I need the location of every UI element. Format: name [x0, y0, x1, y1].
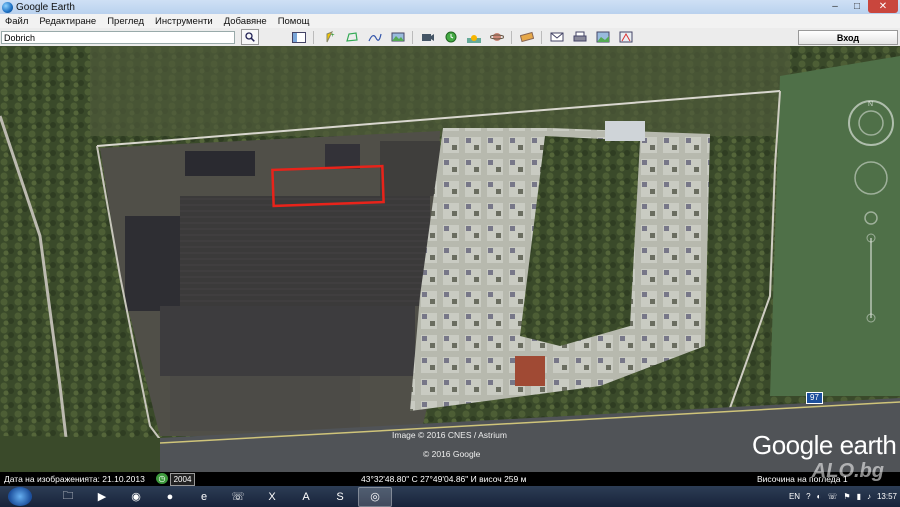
taskbar-media-player-icon[interactable]: ▶ — [86, 488, 118, 506]
toolbar-separator — [511, 30, 512, 44]
help-icon[interactable]: ? — [806, 492, 810, 501]
imagery-date: Дата на изображенията: 21.10.2013 — [4, 474, 145, 484]
taskbar-acrobat-icon[interactable]: A — [290, 488, 322, 506]
taskbar-firefox-icon[interactable]: ● — [154, 488, 186, 506]
imagery-copyright: Image © 2016 CNES / Astrium — [392, 430, 507, 440]
email-icon[interactable] — [549, 31, 564, 44]
watermark-logo: ALO.bg — [811, 460, 884, 482]
menu-bar: Файл Редактиране Преглед Инструменти Доб… — [0, 14, 900, 28]
toolbar-separator — [412, 30, 413, 44]
satellite-imagery — [0, 46, 900, 472]
menu-help[interactable]: Помощ — [278, 16, 310, 27]
svg-text:N: N — [868, 101, 873, 108]
windows-taskbar: 🗀 ▶ ◉ ● e ☏ X A S ◎ — [0, 486, 900, 507]
street-view-icon[interactable] — [864, 211, 878, 225]
toolbar-separator — [313, 30, 314, 44]
taskbar-chrome-icon[interactable]: ◉ — [120, 488, 152, 506]
volume-icon[interactable]: ♪ — [867, 492, 871, 501]
google-earth-logo: Google earth — [752, 430, 897, 460]
google-copyright: © 2016 Google — [423, 449, 481, 459]
planets-icon[interactable] — [489, 31, 504, 44]
network-icon[interactable]: ▮ — [857, 492, 861, 501]
historical-imagery-clock-icon[interactable]: ◷ — [156, 473, 168, 484]
print-icon[interactable] — [572, 31, 587, 44]
flag-icon[interactable]: ⚑ — [843, 492, 850, 501]
save-image-icon[interactable] — [595, 31, 610, 44]
minimize-button[interactable]: – — [824, 0, 846, 13]
navigation-controls[interactable]: N — [846, 98, 896, 328]
google-earth-app-icon — [2, 1, 13, 13]
polygon-icon[interactable] — [344, 31, 359, 44]
menu-view[interactable]: Преглед — [107, 16, 144, 27]
search-input[interactable]: Dobrich — [1, 30, 235, 44]
search-icon — [245, 32, 255, 42]
start-button[interactable] — [8, 487, 32, 506]
placemark-icon[interactable]: + — [321, 31, 336, 44]
imagery-year[interactable]: 2004 — [170, 473, 195, 486]
title-bar: Google Earth – □ ✕ — [0, 0, 900, 14]
google-earth-window: Google Earth – □ ✕ Файл Редактиране Прег… — [0, 0, 900, 507]
path-icon[interactable] — [367, 31, 382, 44]
window-title: Google Earth — [16, 1, 75, 13]
pointer-coordinates: 43°32'48.80" С 27°49'04.86" И височ 259 … — [361, 474, 527, 484]
sunlight-icon[interactable] — [466, 31, 481, 44]
move-joystick-icon[interactable] — [854, 161, 888, 195]
close-button[interactable]: ✕ — [868, 0, 898, 13]
viber-tray-icon[interactable]: ☏ — [827, 492, 837, 501]
maps-icon[interactable] — [618, 31, 633, 44]
record-tour-icon[interactable] — [420, 31, 435, 44]
tray-app-icon[interactable]: ◐ — [817, 492, 822, 501]
taskbar-google-earth-icon[interactable]: ◎ — [358, 486, 392, 507]
taskbar-excel-icon[interactable]: X — [256, 488, 288, 506]
menu-tools[interactable]: Инструменти — [155, 16, 213, 27]
map-view[interactable]: N 97 — [0, 46, 900, 472]
clock[interactable]: 13:57 — [877, 492, 897, 501]
system-tray: EN ? ◐ ☏ ⚑ ▮ ♪ 13:57 — [786, 486, 900, 507]
search-button[interactable] — [241, 29, 259, 45]
look-joystick-icon[interactable] — [858, 110, 884, 136]
svg-text:+: + — [331, 33, 335, 39]
image-overlay-icon[interactable] — [390, 31, 405, 44]
taskbar-ie-icon[interactable]: e — [188, 488, 220, 506]
maximize-button[interactable]: □ — [846, 0, 868, 13]
road-number-label: 97 — [806, 392, 823, 404]
sign-in-button[interactable]: Вход — [798, 30, 898, 45]
menu-edit[interactable]: Редактиране — [39, 16, 96, 27]
sidebar-icon[interactable] — [291, 31, 306, 44]
toolbar: Dobrich + Вход — [0, 28, 900, 47]
taskbar-explorer-icon[interactable]: 🗀 — [52, 488, 84, 506]
menu-add[interactable]: Добавяне — [224, 16, 267, 27]
language-indicator[interactable]: EN — [789, 492, 800, 501]
window-controls: – □ ✕ — [824, 0, 898, 14]
ruler-icon[interactable] — [519, 31, 534, 44]
historical-imagery-icon[interactable] — [443, 31, 458, 44]
toolbar-separator — [541, 30, 542, 44]
menu-file[interactable]: Файл — [5, 16, 28, 27]
taskbar-viber-icon[interactable]: ☏ — [222, 488, 254, 506]
taskbar-skype-icon[interactable]: S — [324, 488, 356, 506]
